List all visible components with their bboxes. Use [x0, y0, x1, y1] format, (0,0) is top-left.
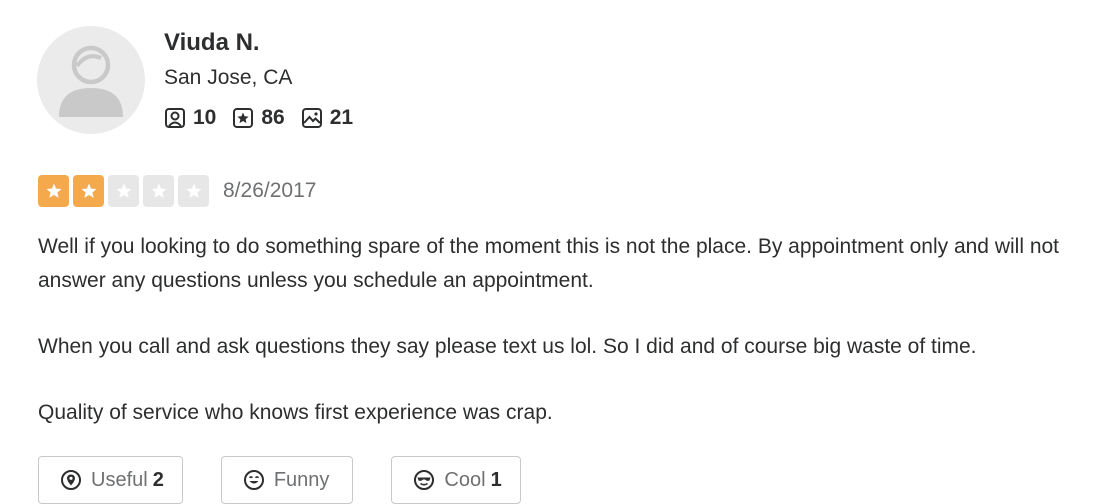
star-filled-icon: [38, 175, 69, 207]
review-date: 8/26/2017: [223, 179, 317, 202]
photos-count: 21: [329, 106, 354, 129]
funny-icon: [243, 470, 264, 490]
cool-label: Cool: [444, 468, 486, 491]
user-location: San Jose, CA: [164, 66, 293, 89]
useful-button[interactable]: Useful 2: [38, 456, 183, 504]
funny-button[interactable]: Funny: [220, 456, 354, 504]
review-paragraph: Well if you looking to do something spar…: [38, 235, 1060, 292]
cool-count: 1: [490, 468, 502, 491]
star-filled-icon: [73, 175, 104, 207]
user-stats: 10 86 21: [164, 106, 369, 130]
useful-label: Useful: [91, 468, 148, 491]
reviews-count: 86: [261, 106, 285, 129]
friends-icon: [165, 108, 185, 128]
default-user-avatar-icon: [59, 45, 123, 117]
review-body: Well if you looking to do something spar…: [38, 230, 1108, 462]
reviews-stat: 86: [232, 106, 285, 130]
photo-icon: [301, 108, 322, 128]
cool-icon: [414, 470, 435, 490]
review-rating: 8/26/2017: [38, 175, 316, 207]
friends-stat: 10: [164, 106, 216, 130]
useful-icon: [61, 470, 81, 490]
review-star-icon: [233, 108, 254, 128]
user-name[interactable]: Viuda N.: [164, 29, 260, 57]
review-paragraph: Quality of service who knows first exper…: [38, 401, 553, 424]
avatar[interactable]: [37, 26, 145, 134]
star-empty-icon: [143, 175, 174, 207]
useful-count: 2: [152, 468, 164, 491]
review-paragraph: When you call and ask questions they say…: [38, 335, 977, 358]
star-empty-icon: [178, 175, 209, 207]
star-rating: [38, 175, 213, 207]
cool-button[interactable]: Cool 1: [391, 456, 521, 504]
friends-count: 10: [193, 106, 217, 129]
star-empty-icon: [108, 175, 139, 207]
funny-label: Funny: [273, 468, 330, 491]
review-actions: Useful 2 Funny Cool 1: [38, 456, 559, 504]
photos-stat: 21: [301, 106, 353, 130]
